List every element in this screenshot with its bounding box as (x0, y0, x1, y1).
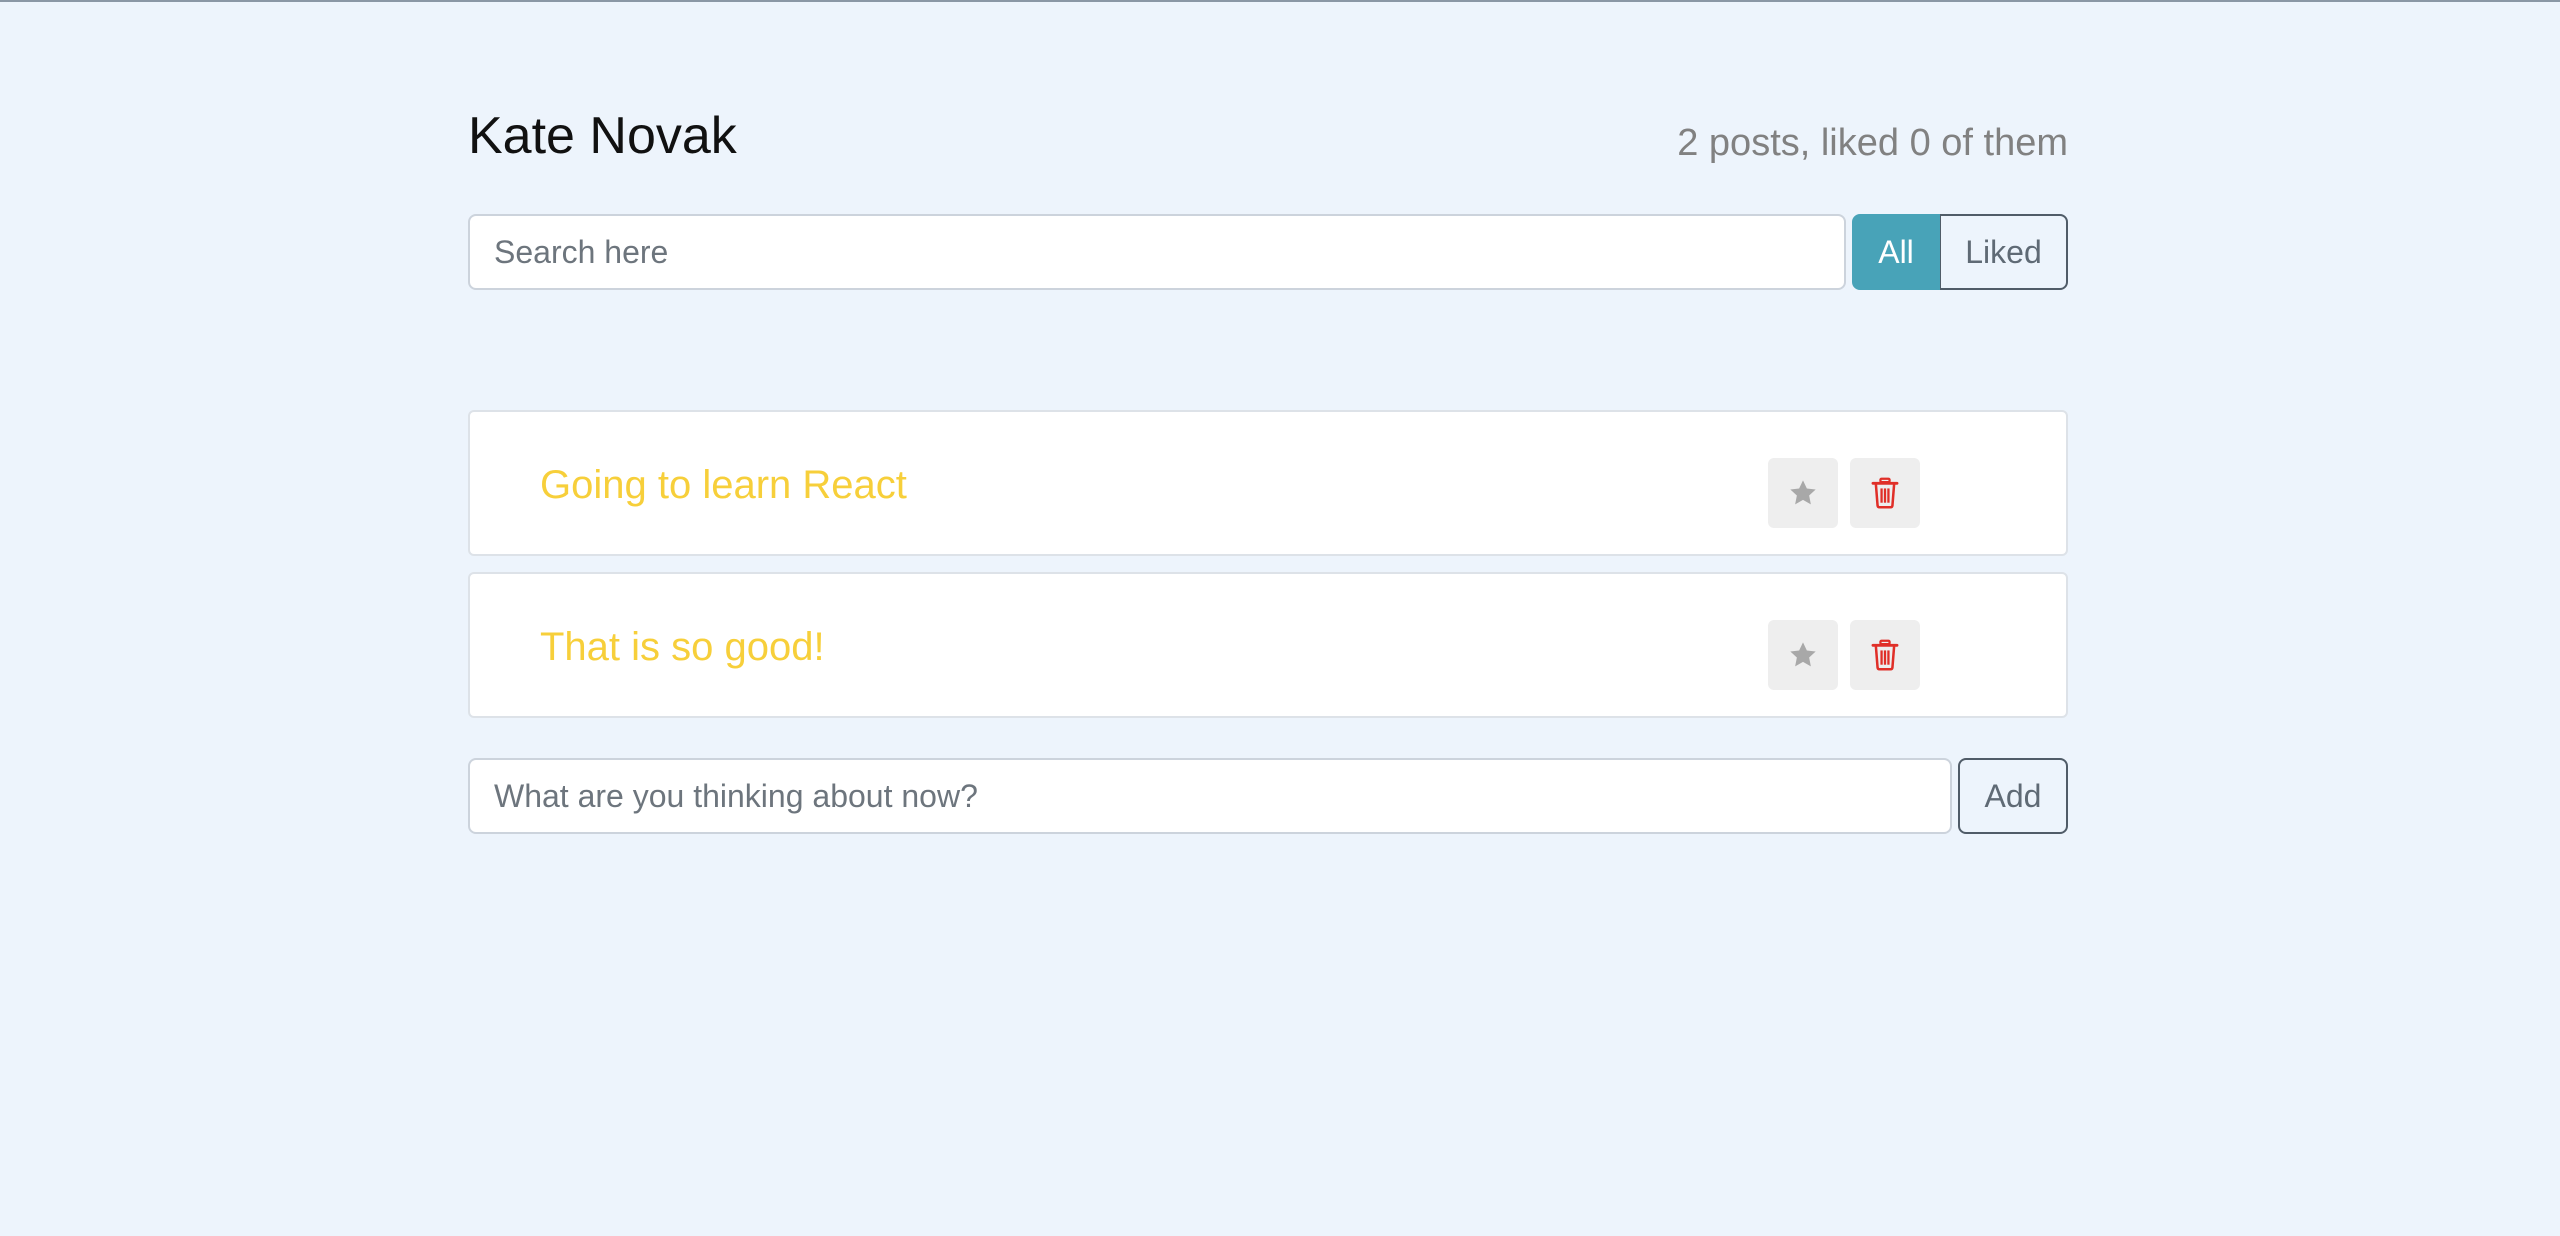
filter-all-button[interactable]: All (1852, 214, 1940, 290)
post-list: Going to learn React That is so good! (468, 410, 2068, 718)
star-icon (1790, 642, 1816, 667)
post-stats: 2 posts, liked 0 of them (1677, 122, 2068, 164)
delete-button[interactable] (1850, 620, 1920, 690)
delete-button[interactable] (1850, 458, 1920, 528)
trash-icon (1871, 477, 1899, 509)
add-post-button[interactable]: Add (1958, 758, 2068, 834)
star-button[interactable] (1768, 458, 1838, 528)
post-list-item: That is so good! (468, 572, 2068, 718)
page-title: Kate Novak (468, 107, 737, 165)
app-header: Kate Novak 2 posts, liked 0 of them (468, 106, 2068, 214)
search-panel: All Liked (468, 214, 2068, 290)
filter-liked-button[interactable]: Liked (1940, 214, 2068, 290)
search-input[interactable] (468, 214, 1846, 290)
post-filter: All Liked (1852, 214, 2068, 290)
post-label[interactable]: Going to learn React (540, 462, 907, 508)
post-actions (1768, 620, 1920, 690)
add-post-form: Add (468, 758, 2068, 834)
post-list-item: Going to learn React (468, 410, 2068, 556)
trash-icon (1871, 639, 1899, 671)
app-container: Kate Novak 2 posts, liked 0 of them All … (468, 106, 2068, 834)
post-label[interactable]: That is so good! (540, 624, 825, 670)
star-icon (1790, 480, 1816, 505)
star-button[interactable] (1768, 620, 1838, 690)
post-actions (1768, 458, 1920, 528)
new-post-input[interactable] (468, 758, 1952, 834)
